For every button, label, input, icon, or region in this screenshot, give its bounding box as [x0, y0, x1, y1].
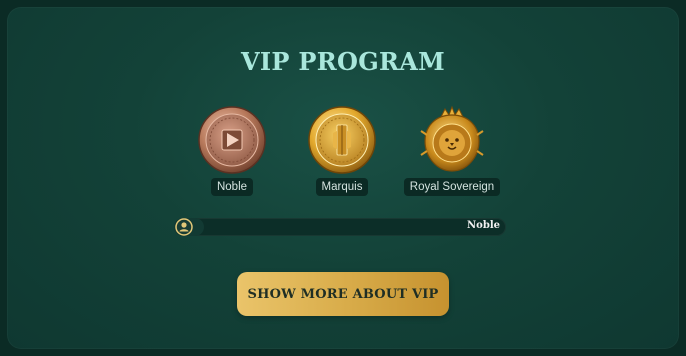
user-icon — [175, 218, 193, 236]
tier-label: Royal Sovereign — [403, 178, 501, 196]
tier-royal-sovereign[interactable]: Royal Sovereign — [397, 105, 507, 196]
page-title: VIP PROGRAM — [240, 47, 446, 76]
tier-marquis[interactable]: Marquis — [287, 105, 397, 196]
tier-noble[interactable]: Noble — [177, 105, 287, 196]
tier-label: Noble — [210, 178, 254, 196]
current-level-label: Noble — [467, 220, 500, 231]
vip-progress-bar: Noble — [174, 218, 506, 236]
gold-medal-icon — [308, 106, 376, 174]
vip-program-card: VIP PROGRAM Noble Marquis Royal Sovereig… — [7, 7, 679, 349]
show-more-vip-button[interactable]: SHOW MORE ABOUT VIP — [237, 272, 449, 316]
tier-label: Marquis — [315, 178, 369, 196]
bronze-medal-icon — [198, 106, 266, 174]
lion-crest-icon — [420, 105, 484, 172]
